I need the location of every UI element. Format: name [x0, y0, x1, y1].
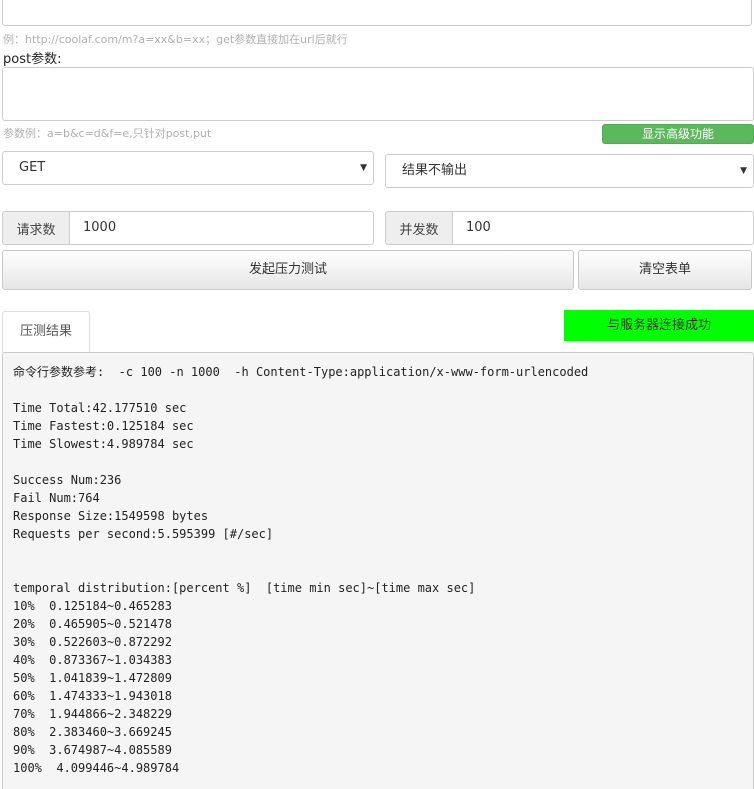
result-line: Time Slowest:4.989784 sec: [13, 437, 194, 451]
post-params-hint: 参数例：a=b&c=d&f=e,只针对post,put: [3, 127, 212, 140]
concurrency-label: 并发数: [385, 211, 452, 245]
concurrency-group: 并发数 100: [385, 211, 754, 245]
result-line: 70% 1.944866~2.348229: [13, 707, 172, 721]
result-line: [13, 543, 743, 561]
result-line: 80% 2.383460~3.669245: [13, 725, 172, 739]
connection-status-badge: 与服务器连接成功: [564, 310, 754, 341]
result-line: [13, 561, 743, 579]
post-params-textarea[interactable]: [2, 67, 754, 121]
result-line: 60% 1.474333~1.943018: [13, 689, 172, 703]
result-line: 90% 3.674987~4.085589: [13, 743, 172, 757]
result-line: Time Total:42.177510 sec: [13, 401, 187, 415]
page: 例：http://coolaf.com/m?a=xx&b=xx；get参数直接加…: [0, 0, 754, 789]
result-line: 30% 0.522603~0.872292: [13, 635, 172, 649]
chevron-down-icon: ▼: [740, 166, 747, 176]
result-line: Fail Num:764: [13, 491, 100, 505]
result-line: 50% 1.041839~1.472809: [13, 671, 172, 685]
result-line: 100% 4.099446~4.989784: [13, 761, 180, 775]
result-line: 10% 0.125184~0.465283: [13, 599, 172, 613]
chevron-down-icon: ▼: [360, 163, 367, 173]
method-select-value: GET: [19, 160, 46, 175]
output-select[interactable]: 结果不输出 ▼: [385, 154, 754, 188]
url-input[interactable]: [2, 0, 752, 26]
concurrency-input[interactable]: 100: [452, 211, 754, 245]
clear-form-button[interactable]: 清空表单: [578, 250, 752, 290]
result-line: Response Size:1549598 bytes: [13, 509, 209, 523]
requests-input[interactable]: 1000: [69, 211, 374, 245]
result-line: temporal distribution:[percent %] [time …: [13, 581, 476, 595]
show-advanced-button[interactable]: 显示高级功能: [602, 124, 754, 144]
tab-results[interactable]: 压测结果: [2, 311, 90, 353]
result-line: Requests per second:5.595399 [#/sec]: [13, 527, 274, 541]
method-select[interactable]: GET ▼: [2, 151, 374, 185]
url-hint: 例：http://coolaf.com/m?a=xx&b=xx；get参数直接加…: [3, 33, 348, 46]
result-line: Time Fastest:0.125184 sec: [13, 419, 194, 433]
requests-group: 请求数 1000: [2, 211, 374, 245]
result-line: 命令行参数参考: -c 100 -n 1000 -h Content-Type:…: [13, 365, 589, 379]
result-line: Success Num:236: [13, 473, 122, 487]
results-panel: 命令行参数参考: -c 100 -n 1000 -h Content-Type:…: [2, 352, 754, 789]
result-line: [13, 453, 743, 471]
result-line: [13, 381, 743, 399]
start-test-button[interactable]: 发起压力测试: [2, 250, 574, 290]
post-params-label: post参数:: [3, 52, 62, 67]
output-select-value: 结果不输出: [402, 163, 468, 178]
requests-label: 请求数: [2, 211, 69, 245]
result-line: 40% 0.873367~1.034383: [13, 653, 172, 667]
result-line: 20% 0.465905~0.521478: [13, 617, 172, 631]
